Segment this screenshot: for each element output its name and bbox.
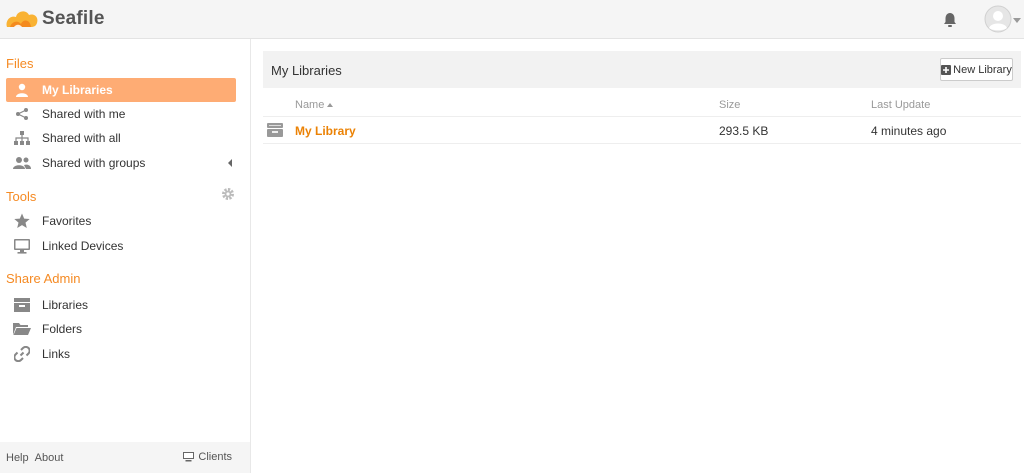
- main-toolbar: My Libraries New Library: [263, 51, 1021, 88]
- seafile-logo[interactable]: Seafile: [4, 6, 105, 32]
- column-header-last-update[interactable]: Last Update: [871, 99, 930, 111]
- new-library-label: New Library: [953, 63, 1012, 76]
- sidebar-item-label: Favorites: [42, 214, 92, 228]
- sort-asc-icon: [327, 103, 334, 107]
- about-link[interactable]: About: [35, 452, 64, 464]
- sidebar-item-label: Libraries: [42, 298, 89, 312]
- column-label: Name: [295, 99, 325, 111]
- new-library-button[interactable]: New Library: [940, 58, 1013, 81]
- section-title-tools: Tools: [6, 189, 37, 204]
- clients-label: Clients: [198, 451, 232, 463]
- library-icon: [13, 296, 31, 314]
- sidebar-item-shared-with-me[interactable]: Shared with me: [6, 102, 236, 126]
- plus-square-icon: [941, 64, 952, 75]
- clients-link[interactable]: Clients: [183, 451, 232, 463]
- sidebar-item-label: Linked Devices: [42, 239, 124, 253]
- library-last-update: 4 minutes ago: [871, 124, 947, 138]
- sidebar-item-label: My Libraries: [42, 83, 113, 97]
- star-icon: [13, 212, 31, 230]
- sidebar-item-shared-with-groups[interactable]: Shared with groups: [6, 151, 236, 175]
- share-icon: [13, 105, 31, 123]
- library-size: 293.5 KB: [719, 124, 769, 138]
- sidebar-item-label: Shared with all: [42, 131, 121, 145]
- page-title: My Libraries: [271, 63, 342, 78]
- group-icon: [13, 154, 31, 172]
- top-header: Seafile: [0, 0, 1024, 39]
- seafile-logo-icon: [6, 11, 38, 27]
- sidebar-item-label: Links: [42, 347, 71, 361]
- monitor-icon: [13, 237, 31, 255]
- folder-icon: [13, 320, 31, 338]
- link-icon: [13, 345, 31, 363]
- library-icon: [267, 123, 283, 137]
- sidebar-item-linked-devices[interactable]: Linked Devices: [6, 234, 236, 258]
- sidebar-item-my-libraries[interactable]: My Libraries: [6, 78, 236, 102]
- sidebar: Files My Libraries Shared with me Shared…: [0, 39, 251, 473]
- sidebar-item-folders[interactable]: Folders: [6, 317, 236, 341]
- sidebar-item-libraries[interactable]: Libraries: [6, 293, 236, 317]
- column-header-size[interactable]: Size: [719, 99, 740, 111]
- sidebar-item-favorites[interactable]: Favorites: [6, 209, 236, 233]
- caret-left-icon[interactable]: [228, 159, 232, 167]
- chevron-down-icon[interactable]: [1013, 18, 1021, 24]
- table-header: Name Size Last Update: [263, 93, 1021, 117]
- table-row[interactable]: My Library 293.5 KB 4 minutes ago: [263, 117, 1021, 144]
- sitemap-icon: [13, 129, 31, 147]
- sidebar-footer: Help About Clients: [0, 442, 250, 473]
- sidebar-item-label: Shared with me: [42, 107, 126, 121]
- help-link[interactable]: Help: [6, 452, 29, 464]
- section-title-share-admin: Share Admin: [6, 271, 81, 286]
- sidebar-item-shared-with-all[interactable]: Shared with all: [6, 126, 236, 150]
- user-icon: [13, 81, 31, 99]
- section-title-files: Files: [6, 56, 34, 71]
- user-avatar-icon[interactable]: [984, 5, 1012, 33]
- gear-icon[interactable]: [221, 187, 235, 201]
- sidebar-item-label: Shared with groups: [42, 156, 146, 170]
- sidebar-item-label: Folders: [42, 322, 83, 336]
- bell-icon[interactable]: [941, 11, 959, 29]
- column-header-name[interactable]: Name: [295, 99, 334, 111]
- app-name: Seafile: [42, 8, 105, 29]
- sidebar-item-links[interactable]: Links: [6, 342, 236, 366]
- library-name-link[interactable]: My Library: [295, 124, 356, 138]
- monitor-icon: [183, 452, 195, 462]
